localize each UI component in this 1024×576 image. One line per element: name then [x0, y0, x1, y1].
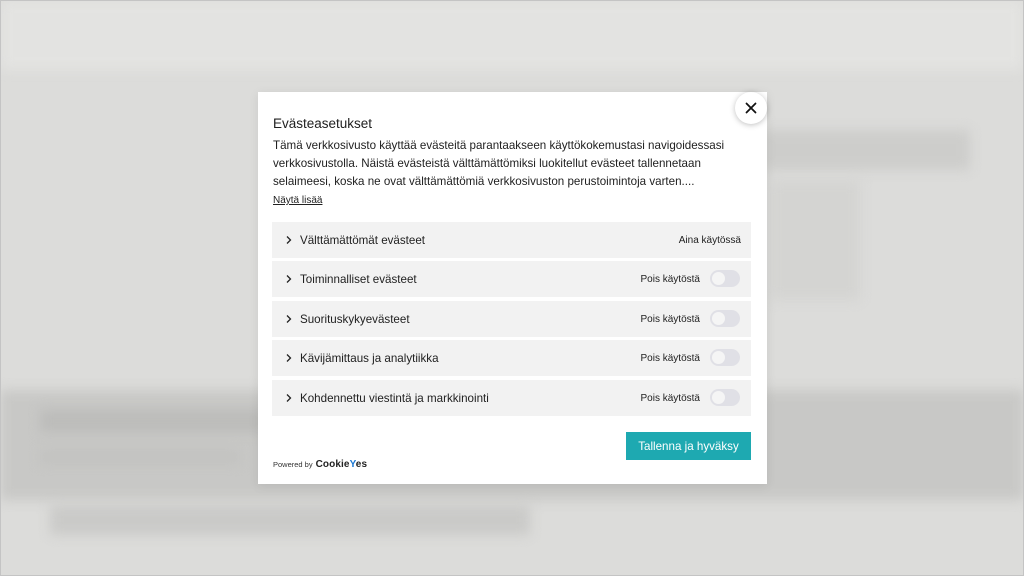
category-label: Suorituskykyevästeet	[300, 312, 410, 326]
chevron-right-icon	[284, 393, 294, 403]
category-row-marketing[interactable]: Kohdennettu viestintä ja markkinointi Po…	[272, 380, 751, 416]
category-row-functional[interactable]: Toiminnalliset evästeet Pois käytöstä	[272, 261, 751, 297]
category-row-necessary[interactable]: Välttämättömät evästeet Aina käytössä	[272, 222, 751, 258]
dialog-description: Tämä verkkosivusto käyttää evästeitä par…	[273, 139, 725, 188]
powered-by-label: Powered by	[273, 460, 313, 469]
save-and-accept-button[interactable]: Tallenna ja hyväksy	[626, 432, 751, 460]
toggle-knob	[712, 312, 725, 325]
category-label: Välttämättömät evästeet	[300, 233, 426, 247]
close-button[interactable]	[735, 92, 767, 124]
close-icon	[745, 102, 757, 114]
background-header	[0, 0, 1024, 70]
category-toggle[interactable]	[710, 349, 740, 366]
background-block	[760, 130, 970, 170]
cookieyes-logo: CookieYes	[316, 459, 368, 470]
chevron-right-icon	[284, 314, 294, 324]
category-label: Kävijämittaus ja analytiikka	[300, 351, 439, 365]
powered-by-cookieyes[interactable]: Powered by CookieYes	[273, 459, 367, 470]
category-status: Pois käytöstä	[640, 313, 700, 325]
toggle-knob	[712, 272, 725, 285]
category-status: Pois käytöstä	[640, 273, 700, 285]
category-toggle[interactable]	[710, 310, 740, 327]
category-row-analytics[interactable]: Kävijämittaus ja analytiikka Pois käytös…	[272, 340, 751, 376]
background-block	[50, 505, 530, 535]
category-toggle[interactable]	[710, 270, 740, 287]
background-block	[770, 180, 860, 300]
chevron-right-icon	[284, 353, 294, 363]
background-block	[40, 410, 270, 432]
category-status: Pois käytöstä	[640, 392, 700, 404]
brand-prefix: Cookie	[315, 459, 350, 470]
brand-suffix: es	[355, 459, 368, 470]
category-label: Toiminnalliset evästeet	[300, 272, 417, 286]
category-status: Aina käytössä	[678, 234, 741, 246]
category-row-performance[interactable]: Suorituskykyevästeet Pois käytöstä	[272, 301, 751, 337]
category-label: Kohdennettu viestintä ja markkinointi	[300, 391, 489, 405]
category-toggle[interactable]	[710, 389, 740, 406]
toggle-knob	[712, 391, 725, 404]
background-block	[40, 450, 240, 464]
chevron-right-icon	[284, 235, 294, 245]
toggle-knob	[712, 351, 725, 364]
category-status: Pois käytöstä	[640, 352, 700, 364]
dialog-title: Evästeasetukset	[273, 116, 373, 131]
show-more-link[interactable]: Näytä lisää	[273, 195, 322, 206]
chevron-right-icon	[284, 274, 294, 284]
